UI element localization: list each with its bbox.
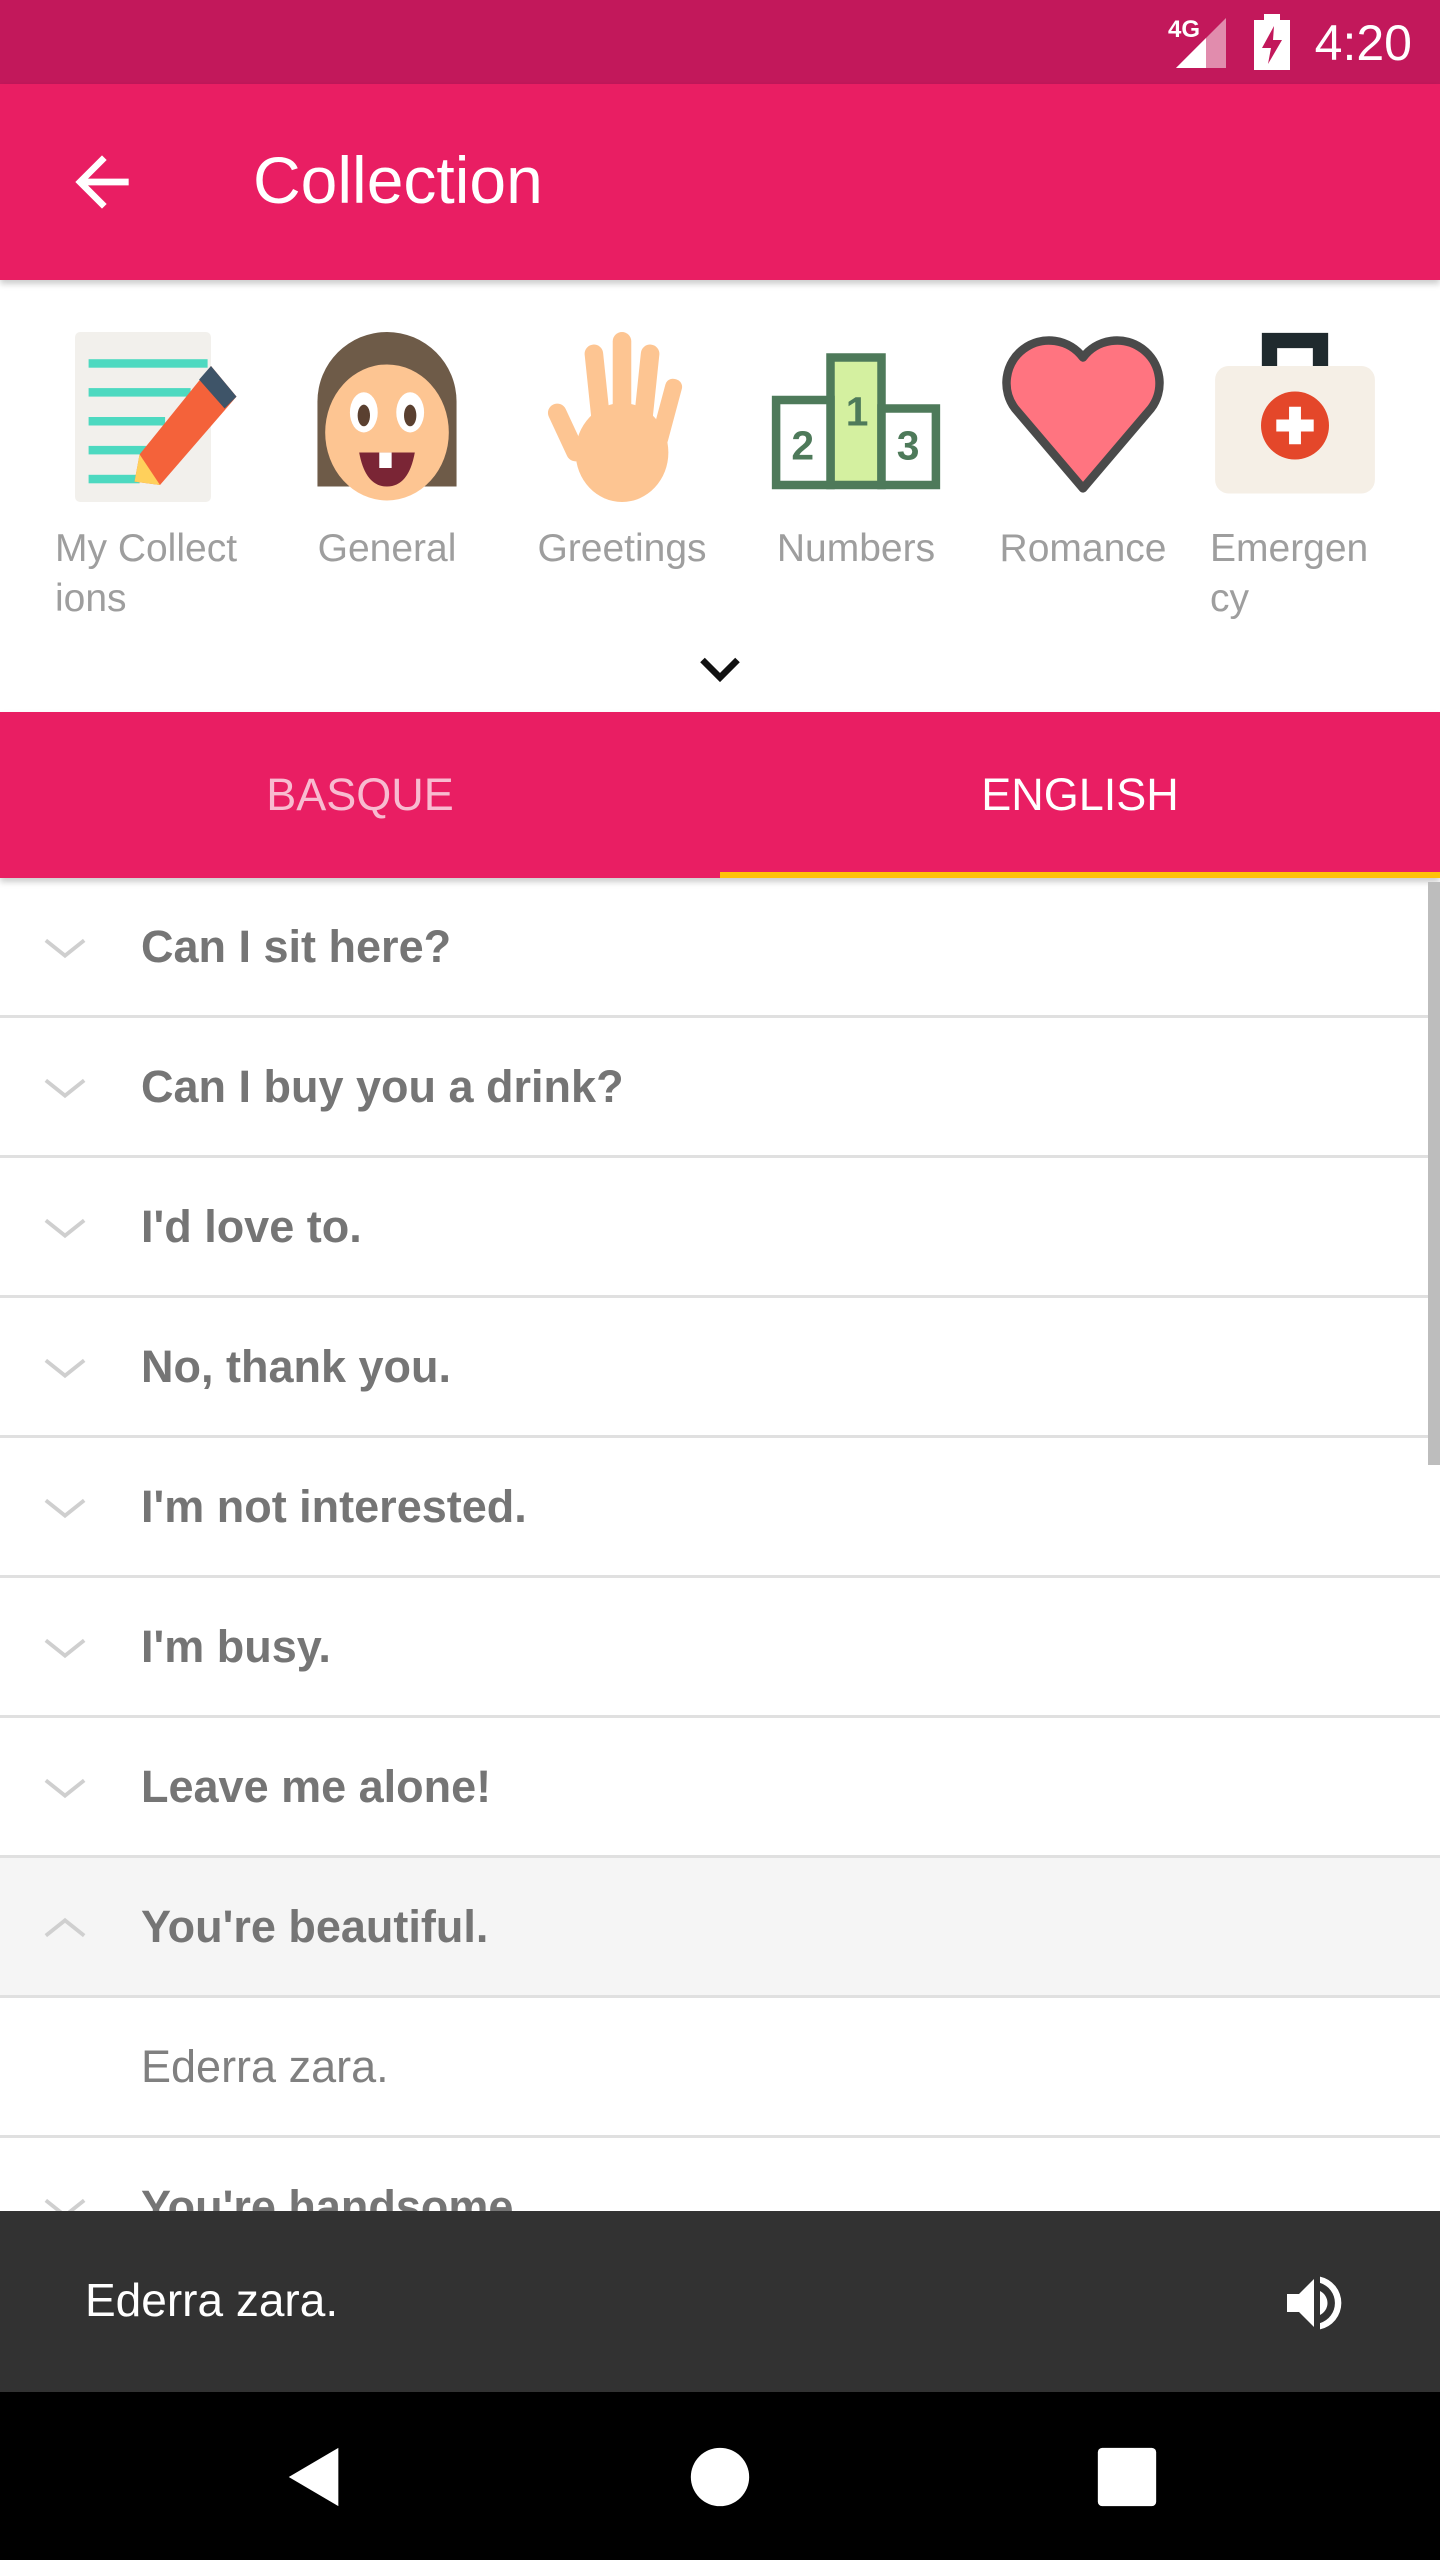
chevron-down-icon (44, 2198, 86, 2211)
list-item[interactable]: I'm busy. (0, 1578, 1440, 1718)
podium-icon: 213 (771, 353, 941, 490)
chevron-down-icon (44, 1218, 86, 1239)
phrase-list: Can I sit here? Can I buy you a drink? I… (0, 878, 1440, 2211)
heart-icon (1002, 336, 1164, 493)
list-item[interactable]: I'd love to. (0, 1158, 1440, 1298)
category-strip: My Collect ions General Greetings 213 Nu… (0, 280, 1440, 712)
list-item-expanded[interactable]: You're beautiful. (0, 1858, 1440, 1998)
svg-text:3: 3 (897, 423, 920, 469)
category-label: Emergen cy (1210, 527, 1369, 620)
phrase-text: Can I buy you a drink? (141, 1060, 624, 1112)
chevron-down-icon (44, 1498, 86, 1519)
phrase-text: I'd love to. (141, 1200, 362, 1252)
snackbar-message: Ederra zara. (85, 2274, 339, 2326)
speaker-icon[interactable] (1278, 2267, 1350, 2339)
tab-english[interactable]: ENGLISH (720, 712, 1440, 878)
category-label: My Collect ions (55, 527, 238, 620)
category-my-collections[interactable]: My Collect ions (55, 332, 265, 624)
list-item[interactable]: I'm not interested. (0, 1438, 1440, 1578)
category-romance[interactable]: Romance (968, 332, 1198, 574)
list-item[interactable]: No, thank you. (0, 1298, 1440, 1438)
app-bar: Collection (0, 84, 1440, 280)
svg-text:2: 2 (791, 423, 814, 469)
hand-icon (547, 332, 683, 502)
translation-row[interactable]: Ederra zara. (0, 1998, 1440, 2138)
chevron-down-icon (44, 1638, 86, 1659)
phrase-text: Leave me alone! (141, 1760, 492, 1812)
back-icon[interactable] (280, 2442, 350, 2512)
clock: 4:20 (1314, 15, 1412, 71)
first-aid-kit-icon (1215, 332, 1375, 494)
status-bar: 4G 4:20 (0, 0, 1440, 84)
list-item[interactable]: You're handsome. (0, 2138, 1440, 2211)
snackbar: Ederra zara. (0, 2211, 1440, 2392)
category-label: Numbers (776, 527, 936, 570)
navigation-bar (0, 2392, 1440, 2560)
chevron-down-icon (44, 1078, 86, 1099)
category-label: Greetings (537, 527, 707, 570)
translation-text: Ederra zara. (141, 2040, 389, 2092)
phrase-text: No, thank you. (141, 1340, 452, 1392)
recents-icon[interactable] (1092, 2442, 1162, 2512)
chevron-up-icon (44, 1917, 86, 1938)
phrase-text: You're handsome. (141, 2180, 526, 2212)
category-numbers[interactable]: 213 Numbers (741, 332, 971, 574)
category-emergency[interactable]: Emergen cy (1210, 332, 1410, 624)
home-icon[interactable] (685, 2442, 755, 2512)
notepad-pencil-icon (75, 332, 237, 502)
face-icon (317, 332, 457, 501)
phrase-text: You're beautiful. (141, 1900, 489, 1952)
phrase-text: Can I sit here? (141, 920, 452, 972)
svg-text:1: 1 (846, 389, 869, 435)
scrollbar[interactable] (1428, 882, 1440, 1465)
phrase-text: I'm busy. (141, 1620, 331, 1672)
chevron-down-icon[interactable] (690, 640, 750, 700)
language-tabs: BASQUE ENGLISH (0, 712, 1440, 878)
list-item[interactable]: Leave me alone! (0, 1718, 1440, 1858)
back-arrow-icon[interactable] (62, 142, 142, 222)
phrase-text: I'm not interested. (141, 1480, 527, 1532)
category-greetings[interactable]: Greetings (507, 332, 737, 574)
category-label: Romance (999, 527, 1167, 570)
chevron-down-icon (44, 1358, 86, 1379)
category-general[interactable]: General (272, 332, 502, 574)
chevron-down-icon (44, 938, 86, 959)
list-item[interactable]: Can I buy you a drink? (0, 1018, 1440, 1158)
list-item[interactable]: Can I sit here? (0, 878, 1440, 1018)
page-title: Collection (253, 143, 543, 217)
signal-icon (1176, 18, 1226, 68)
tab-basque[interactable]: BASQUE (0, 712, 720, 878)
category-label: General (317, 527, 457, 570)
chevron-down-icon (44, 1778, 86, 1799)
tab-indicator (720, 872, 1440, 878)
battery-charging-icon (1254, 14, 1290, 70)
